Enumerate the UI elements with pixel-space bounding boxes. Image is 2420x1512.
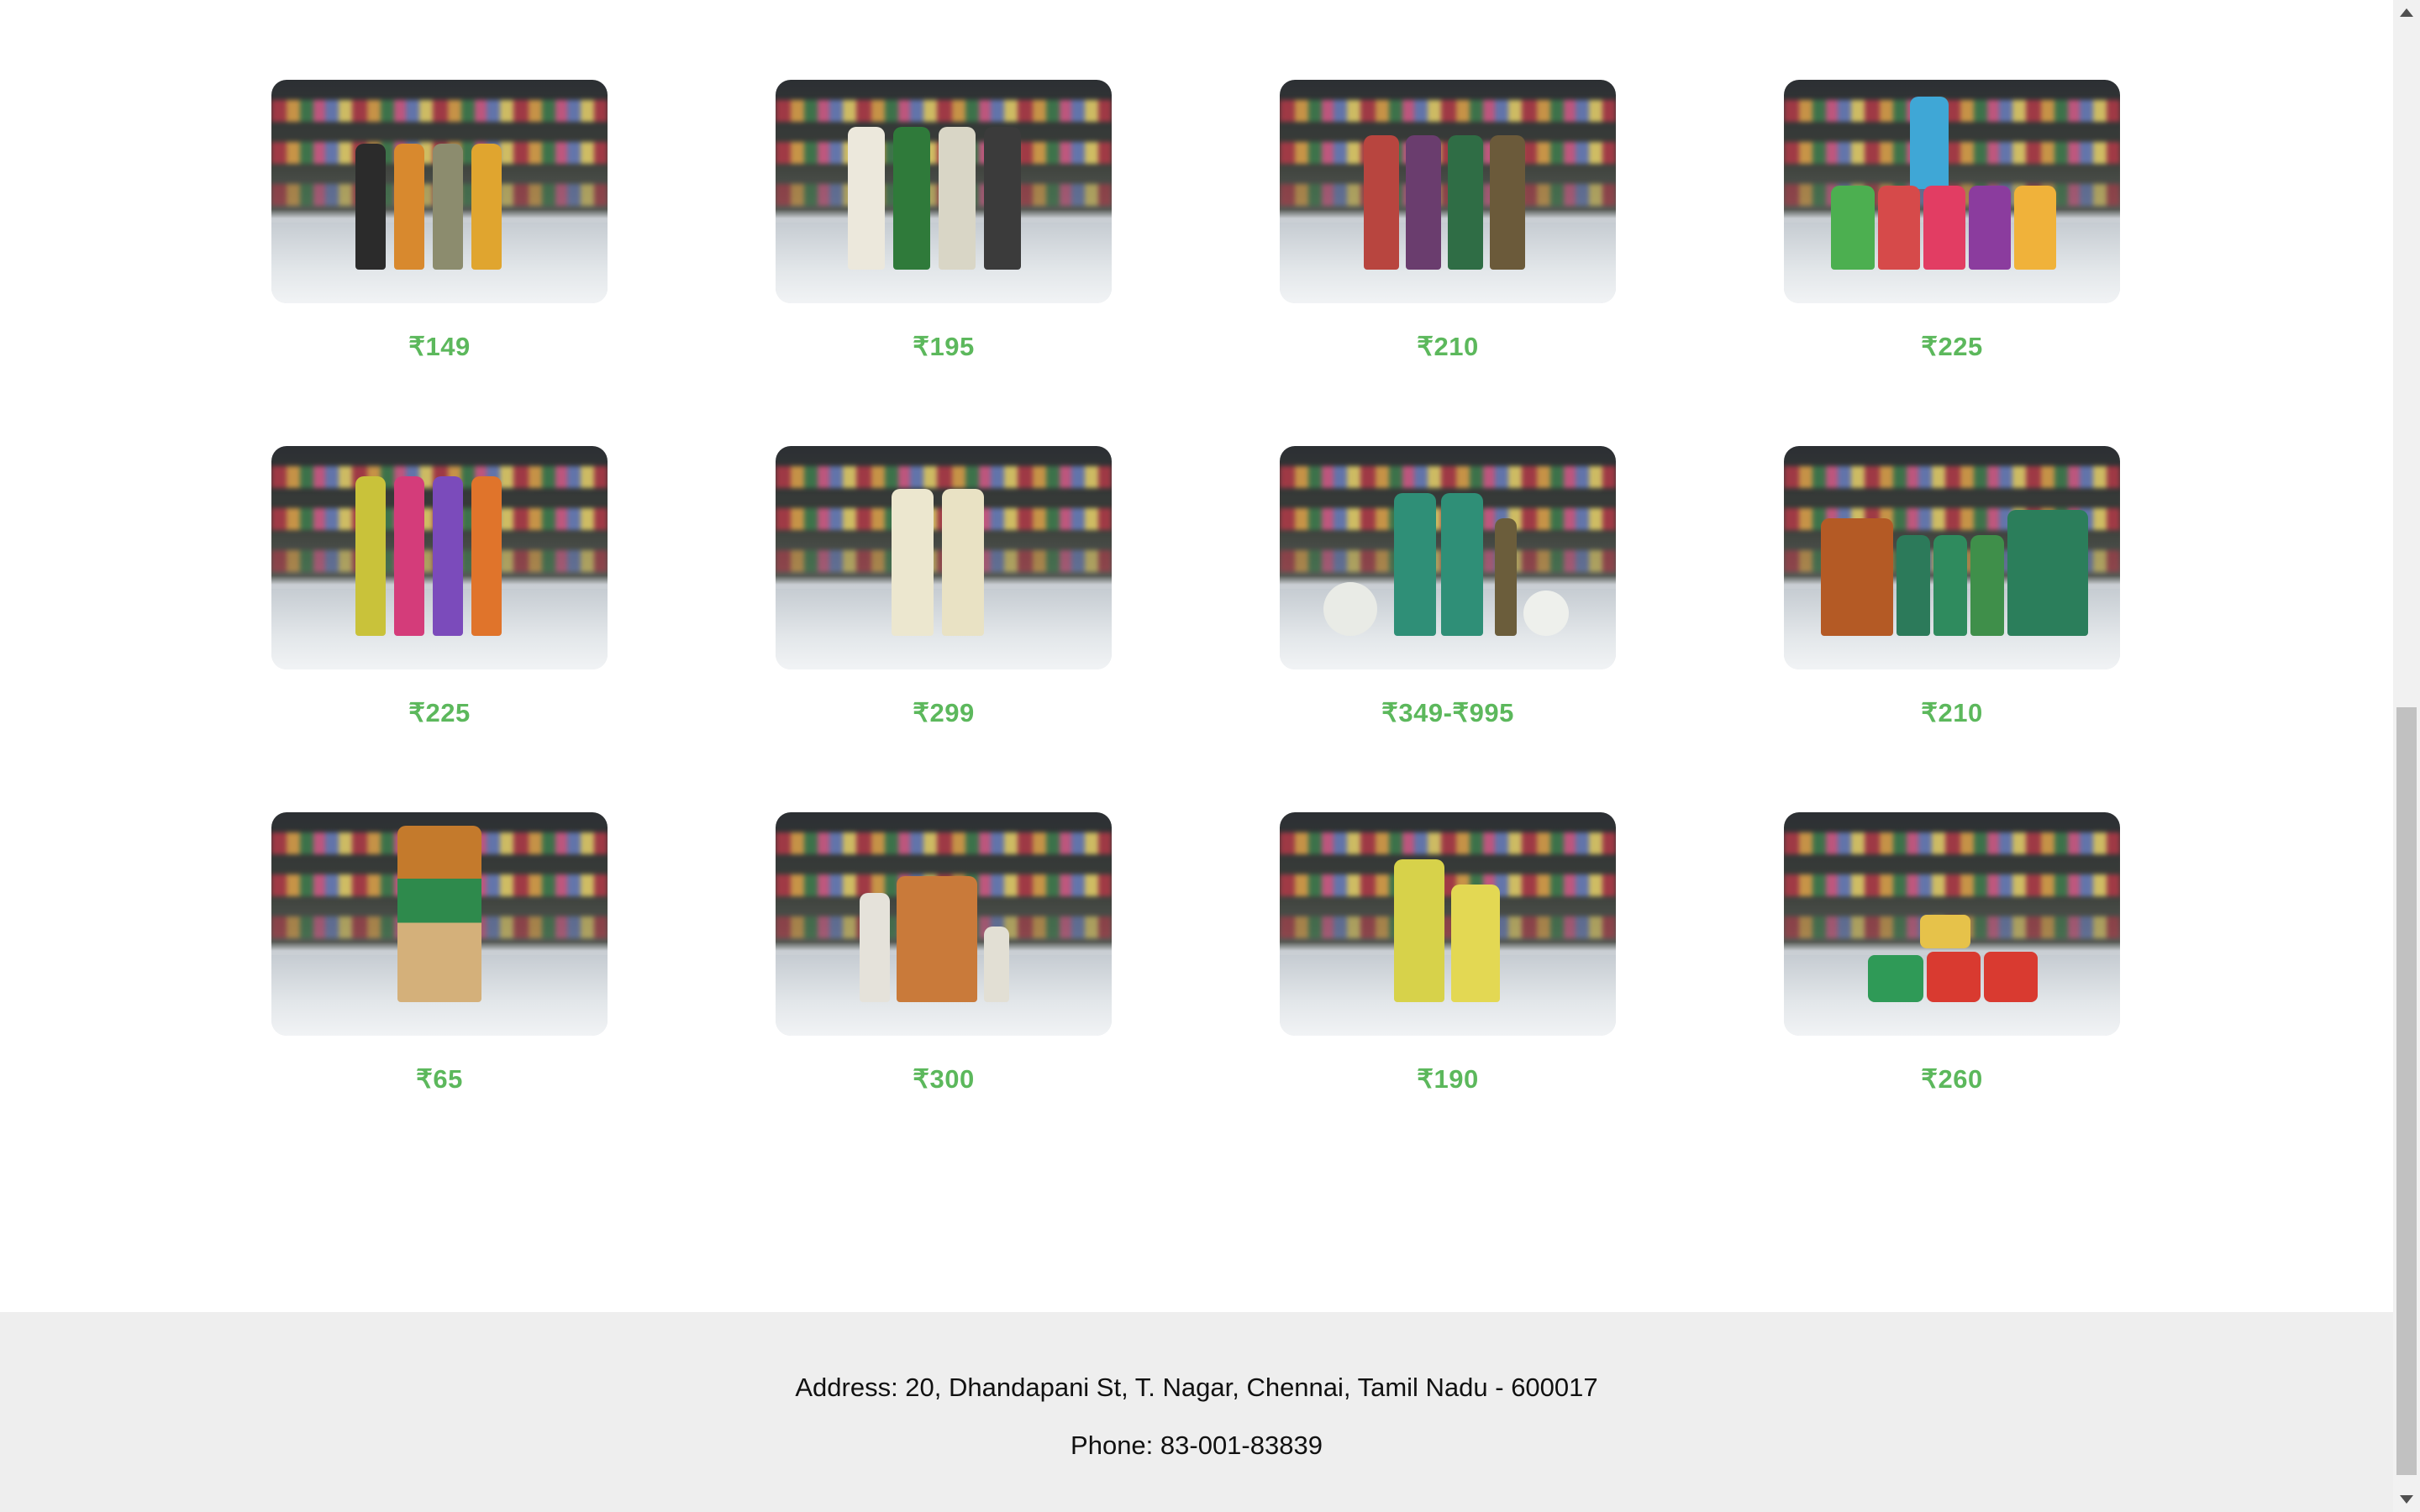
product-card[interactable]: ₹260 [1784, 812, 2120, 1179]
page: ₹149 ₹195 ₹210 ₹225 ₹225 ₹299 ₹349-₹995 … [0, 0, 2393, 1512]
product-photo[interactable] [271, 446, 608, 669]
product-card[interactable]: ₹225 [271, 446, 608, 812]
product-photo[interactable] [1280, 80, 1616, 303]
vertical-scrollbar[interactable] [2393, 0, 2420, 1512]
product-price: ₹349-₹995 [1381, 698, 1514, 727]
product-card[interactable]: ₹190 [1280, 812, 1616, 1179]
product-card[interactable]: ₹225 [1784, 80, 2120, 446]
product-photo[interactable] [271, 812, 608, 1036]
product-card[interactable]: ₹300 [776, 812, 1112, 1179]
product-price: ₹65 [416, 1064, 463, 1094]
product-price: ₹299 [913, 698, 975, 727]
product-card[interactable]: ₹210 [1280, 80, 1616, 446]
product-price: ₹149 [408, 332, 471, 361]
product-photo[interactable] [776, 812, 1112, 1036]
product-price: ₹190 [1417, 1064, 1479, 1094]
scrollbar-thumb[interactable] [2396, 707, 2417, 1475]
product-price: ₹260 [1921, 1064, 1983, 1094]
product-card[interactable]: ₹299 [776, 446, 1112, 812]
footer-phone: Phone: 83-001-83839 [1071, 1431, 1323, 1460]
product-card[interactable]: ₹210 [1784, 446, 2120, 812]
product-photo[interactable] [1280, 446, 1616, 669]
product-photo[interactable] [776, 446, 1112, 669]
site-footer: Address: 20, Dhandapani St, T. Nagar, Ch… [0, 1312, 2393, 1512]
product-price: ₹210 [1417, 332, 1479, 361]
product-photo[interactable] [1784, 80, 2120, 303]
product-grid: ₹149 ₹195 ₹210 ₹225 ₹225 ₹299 ₹349-₹995 … [271, 80, 2120, 1179]
product-price: ₹195 [913, 332, 975, 361]
product-price: ₹225 [408, 698, 471, 727]
product-card[interactable]: ₹149 [271, 80, 608, 446]
product-photo[interactable] [271, 80, 608, 303]
product-photo[interactable] [1784, 446, 2120, 669]
product-card[interactable]: ₹65 [271, 812, 608, 1179]
scroll-down-icon[interactable] [2400, 1495, 2413, 1504]
product-photo[interactable] [776, 80, 1112, 303]
product-price: ₹225 [1921, 332, 1983, 361]
product-price: ₹300 [913, 1064, 975, 1094]
product-card[interactable]: ₹195 [776, 80, 1112, 446]
product-card[interactable]: ₹349-₹995 [1280, 446, 1616, 812]
product-photo[interactable] [1280, 812, 1616, 1036]
scroll-up-icon[interactable] [2400, 8, 2413, 17]
product-photo[interactable] [1784, 812, 2120, 1036]
product-price: ₹210 [1921, 698, 1983, 727]
footer-address: Address: 20, Dhandapani St, T. Nagar, Ch… [795, 1373, 1598, 1402]
